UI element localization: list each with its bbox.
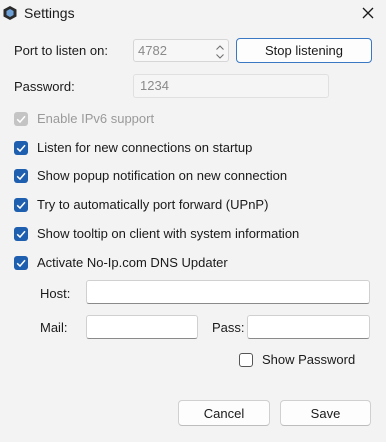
- listen-startup-label: Listen for new connections on startup: [37, 140, 253, 155]
- pass-field[interactable]: [247, 315, 370, 339]
- show-password-checkbox[interactable]: [239, 353, 253, 367]
- upnp-label: Try to automatically port forward (UPnP): [37, 197, 269, 212]
- save-button[interactable]: Save: [280, 400, 371, 426]
- listen-startup-checkbox[interactable]: [14, 141, 28, 155]
- tooltip-checkbox[interactable]: [14, 227, 28, 241]
- host-label: Host:: [40, 286, 71, 301]
- port-value: 4782: [138, 43, 167, 58]
- password-field[interactable]: 1234: [133, 74, 329, 98]
- noip-updater-label: Activate No-Ip.com DNS Updater: [37, 255, 228, 270]
- popup-notification-checkbox[interactable]: [14, 169, 28, 183]
- show-password-label: Show Password: [262, 352, 356, 367]
- spin-down-button[interactable]: [213, 50, 226, 59]
- pass-label: Pass:: [212, 320, 245, 335]
- close-icon: [362, 7, 374, 22]
- stop-listening-button[interactable]: Stop listening: [236, 38, 372, 63]
- password-label: Password:: [14, 79, 75, 94]
- upnp-checkbox[interactable]: [14, 198, 28, 212]
- tooltip-label: Show tooltip on client with system infor…: [37, 226, 300, 241]
- window-title: Settings: [24, 5, 75, 21]
- cancel-button[interactable]: Cancel: [178, 400, 270, 426]
- port-label: Port to listen on:: [14, 43, 108, 58]
- ipv6-checkbox: [14, 112, 28, 126]
- host-field[interactable]: [86, 280, 370, 304]
- close-button[interactable]: [350, 0, 386, 28]
- port-stepper[interactable]: 4782: [133, 39, 229, 62]
- mail-label: Mail:: [40, 320, 68, 335]
- popup-notification-label: Show popup notification on new connectio…: [37, 168, 288, 183]
- app-logo-icon: [2, 5, 18, 21]
- title-bar: Settings: [0, 0, 386, 28]
- chevron-down-icon: [215, 47, 224, 62]
- ipv6-label: Enable IPv6 support: [37, 111, 155, 126]
- mail-field[interactable]: [86, 315, 198, 339]
- noip-updater-checkbox[interactable]: [14, 256, 28, 270]
